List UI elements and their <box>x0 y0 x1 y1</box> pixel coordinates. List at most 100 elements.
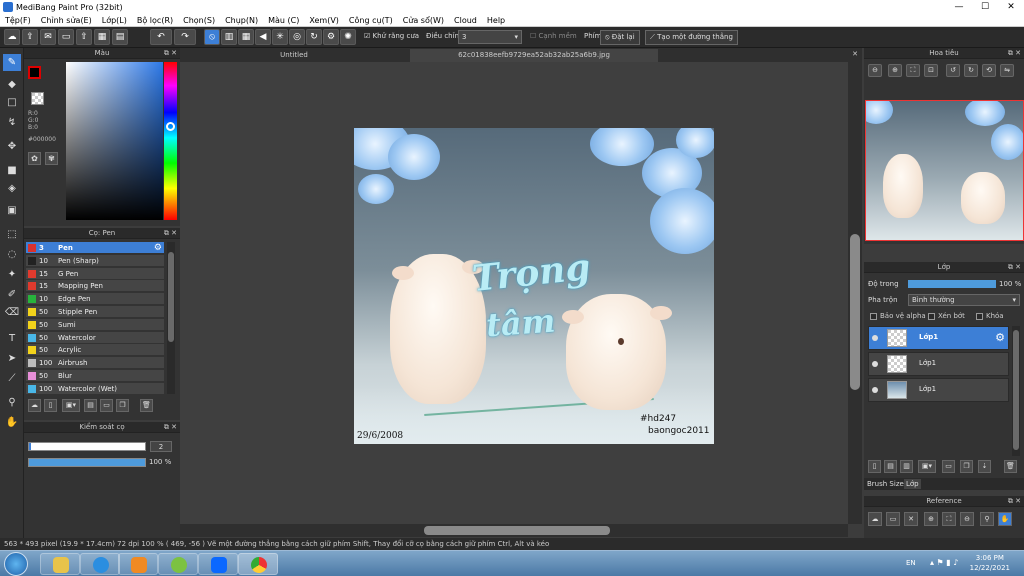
taskbar-chrome[interactable] <box>238 553 278 575</box>
layer-opacity-slider[interactable] <box>908 280 996 288</box>
panel-close-icon[interactable]: ⧉ ✕ <box>1008 496 1021 507</box>
zoom-out-icon[interactable]: ⊖ <box>868 64 882 77</box>
share-icon[interactable]: ⇪ <box>22 29 38 45</box>
palette-icon[interactable]: ✿ <box>28 152 41 165</box>
canvas-horizontal-scrollbar[interactable] <box>180 524 848 537</box>
operation-tool-icon[interactable]: ➤ <box>3 350 21 367</box>
divide-tool-icon[interactable]: ⟋ <box>3 370 21 387</box>
circle-snap-icon[interactable]: ◎ <box>289 29 305 45</box>
blend-mode-select[interactable]: Bình thường ▾ <box>908 294 1020 306</box>
add-layer-menu-icon[interactable]: ▣▾ <box>918 460 936 473</box>
gear-icon[interactable]: ⚙ <box>995 331 1005 344</box>
menu-layer[interactable]: Lớp(L) <box>102 16 127 25</box>
antialias-checkbox[interactable]: ☑ Khử răng cưa <box>364 32 419 40</box>
select-eraser-tool-icon[interactable]: ⌫ <box>3 304 21 321</box>
perspective-snap-icon[interactable]: ◀ <box>255 29 271 45</box>
no-snap-icon[interactable]: ⦸ <box>204 29 220 45</box>
bucket-tool-icon[interactable]: ◈ <box>3 180 21 197</box>
flip-icon[interactable]: ⇋ <box>1000 64 1014 77</box>
radial-snap-icon[interactable]: ✳ <box>272 29 288 45</box>
background-color-swatch[interactable] <box>31 92 44 105</box>
panel-close-icon[interactable]: ⧉ ✕ <box>1008 48 1021 59</box>
redo-icon[interactable]: ↷ <box>174 29 196 45</box>
lasso-tool-icon[interactable]: ◌ <box>3 246 21 263</box>
ref-eyedropper-icon[interactable]: ⚲ <box>980 512 994 526</box>
menu-cloud[interactable]: Cloud <box>454 16 477 25</box>
duplicate-brush-icon[interactable]: ❐ <box>116 399 129 412</box>
foreground-color-swatch[interactable] <box>28 66 41 79</box>
cloud-upload-icon[interactable]: ☁ <box>868 512 882 526</box>
taskbar-clock[interactable]: 3:06 PM 12/22/2021 <box>970 553 1010 573</box>
new-layer-8bit-icon[interactable]: ▤ <box>884 460 897 473</box>
hue-slider-knob[interactable] <box>166 122 175 131</box>
hue-slider[interactable] <box>164 62 177 220</box>
actual-size-icon[interactable]: ⊡ <box>924 64 938 77</box>
merge-layer-icon[interactable]: ⇣ <box>978 460 991 473</box>
panel-close-icon[interactable]: ⧉ ✕ <box>1008 262 1021 273</box>
menu-edit[interactable]: Chỉnh sửa(E) <box>41 16 92 25</box>
brush-item[interactable]: 100 Airbrush <box>26 357 164 370</box>
close-reference-icon[interactable]: ✕ <box>904 512 918 526</box>
panel-close-icon[interactable]: ⧉ ✕ <box>164 48 177 59</box>
eraser-tool-icon[interactable]: ◆ <box>3 76 21 93</box>
cloud-icon[interactable]: ☁ <box>4 29 20 45</box>
reset-rotation-icon[interactable]: ⟲ <box>982 64 996 77</box>
smudge-tool-icon[interactable]: ↯ <box>3 114 21 131</box>
brush-item[interactable]: 50 Acrylic <box>26 344 164 357</box>
maximize-button[interactable]: ☐ <box>972 0 998 14</box>
language-indicator[interactable]: EN <box>906 559 916 567</box>
layer-list-scrollbar[interactable] <box>1012 326 1020 456</box>
gradient-tool-icon[interactable]: ▣ <box>3 202 21 219</box>
duplicate-layer-icon[interactable]: ❐ <box>960 460 973 473</box>
tiles-icon[interactable]: ▤ <box>112 29 128 45</box>
start-button[interactable] <box>4 552 28 576</box>
grid-snap-icon[interactable]: ▦ <box>238 29 254 45</box>
brush-item[interactable]: 50 Watercolor <box>26 331 164 344</box>
reset-button[interactable]: ⦸ Đặt lại <box>600 30 640 45</box>
tray-icons[interactable]: ▴ ⚑ ▮ ♪ <box>930 558 958 567</box>
brush-item[interactable]: 50 Sumi <box>26 318 164 331</box>
select-pen-tool-icon[interactable]: ✐ <box>3 286 21 303</box>
panel-close-icon[interactable]: ⧉ ✕ <box>164 422 177 433</box>
rotate-right-icon[interactable]: ↻ <box>964 64 978 77</box>
color-history-icon[interactable]: ✾ <box>45 152 58 165</box>
parallel-snap-icon[interactable]: ▥ <box>221 29 237 45</box>
tab-jpg[interactable]: 62c01838eefb9729ea52ab32ab25a6b9.jpg <box>410 49 658 62</box>
curve-snap-icon[interactable]: ↻ <box>306 29 322 45</box>
brush-size-slider[interactable] <box>28 442 146 451</box>
menu-color[interactable]: Màu (C) <box>268 16 299 25</box>
cloud-brush-icon[interactable]: ☁ <box>28 399 41 412</box>
ref-zoom-in-icon[interactable]: ⊕ <box>924 512 938 526</box>
text-tool-icon[interactable]: T <box>3 330 21 347</box>
ref-hand-icon[interactable]: ✋ <box>998 512 1012 526</box>
fit-screen-icon[interactable]: ⛶ <box>906 64 920 77</box>
menu-view[interactable]: Xem(V) <box>309 16 339 25</box>
dot-tool-icon[interactable]: □ <box>3 94 21 111</box>
brush-item[interactable]: 15 G Pen <box>26 267 164 280</box>
brush-folder-icon[interactable]: ▭ <box>100 399 113 412</box>
protect-alpha-checkbox[interactable]: Bảo vệ alpha <box>870 312 926 320</box>
menu-file[interactable]: Tệp(F) <box>5 16 31 25</box>
eye-icon[interactable] <box>872 387 878 393</box>
zoom-in-icon[interactable]: ⊕ <box>888 64 902 77</box>
new-layer-1bit-icon[interactable]: ▥ <box>900 460 913 473</box>
ref-fit-icon[interactable]: ⛶ <box>942 512 956 526</box>
brush-opacity-slider[interactable] <box>28 458 146 467</box>
message-icon[interactable]: ▭ <box>58 29 74 45</box>
navigator-thumbnail[interactable] <box>865 100 1024 241</box>
canvas-vertical-scrollbar[interactable] <box>848 62 862 524</box>
gear-icon[interactable]: ⚙ <box>154 242 162 254</box>
menu-select[interactable]: Chọn(S) <box>183 16 215 25</box>
menu-snap[interactable]: Chụp(N) <box>225 16 258 25</box>
tabs-close-icon[interactable]: ✕ <box>852 50 858 58</box>
gear-snap-icon[interactable]: ⚙ <box>323 29 339 45</box>
clipping-checkbox[interactable]: Xén bớt <box>928 312 965 320</box>
canvas-workspace[interactable]: Trọng tâm #hd247 baongoc2011 29/6/2008 <box>180 62 848 524</box>
tab-untitled[interactable]: Untitled <box>180 49 408 62</box>
brush-item[interactable]: 50 Blur <box>26 370 164 382</box>
brush-item[interactable]: 15 Mapping Pen <box>26 280 164 293</box>
brush-item[interactable]: 10 Pen (Sharp) <box>26 254 164 267</box>
comment-icon[interactable]: ✉ <box>40 29 56 45</box>
brush-settings-icon[interactable]: ▤ <box>84 399 97 412</box>
straight-line-button[interactable]: ⟋ Tạo một đường thẳng <box>645 30 738 45</box>
